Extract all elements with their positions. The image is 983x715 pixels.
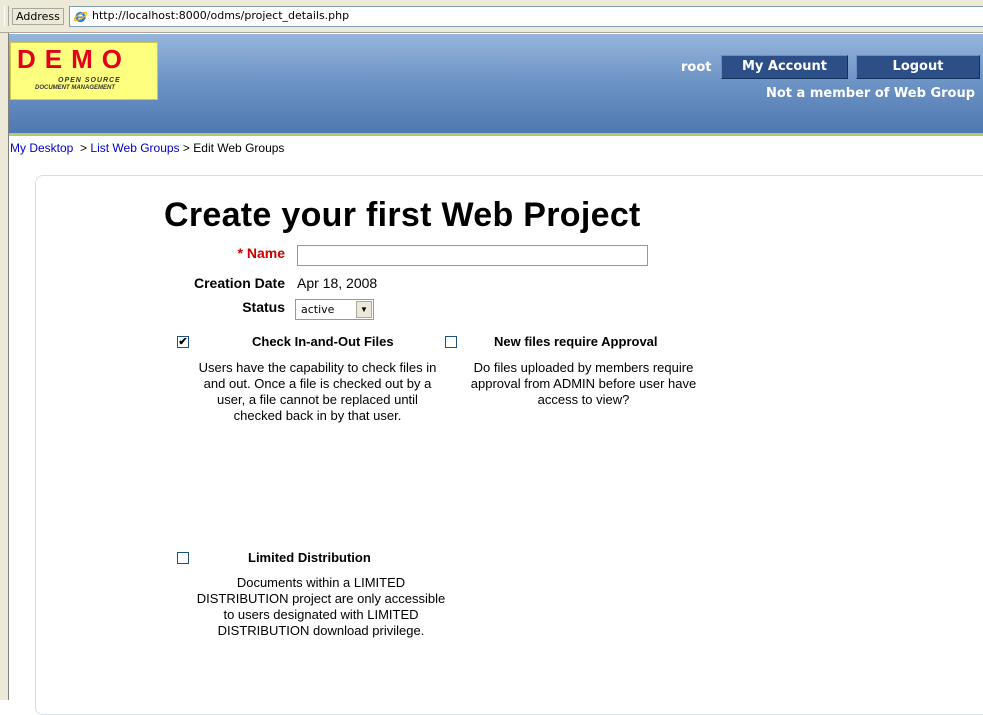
- breadcrumb-current: Edit Web Groups: [193, 141, 285, 155]
- breadcrumb-separator: >: [182, 141, 190, 155]
- breadcrumb-list-web-groups[interactable]: List Web Groups: [90, 141, 179, 155]
- limited-distribution-description: Documents within a LIMITED DISTRIBUTION …: [196, 575, 446, 638]
- check-mark-icon: ✔: [178, 336, 188, 348]
- dropdown-arrow-icon[interactable]: ▼: [356, 301, 372, 318]
- breadcrumb: My Desktop > List Web Groups > Edit Web …: [10, 141, 284, 155]
- window-left-border: [0, 33, 9, 700]
- checkin-description: Users have the capability to check files…: [198, 360, 437, 423]
- current-user: root: [681, 60, 712, 75]
- status-label: Status: [242, 299, 285, 315]
- internet-explorer-icon: [73, 11, 88, 23]
- address-url: http://localhost:8000/odms/project_detai…: [92, 9, 350, 22]
- logo-title: DEMO: [17, 44, 131, 74]
- checkin-checkbox[interactable]: ✔: [177, 336, 189, 348]
- approval-description: Do files uploaded by members require app…: [470, 360, 697, 407]
- my-account-button[interactable]: My Account: [721, 55, 848, 79]
- toolbar-grip[interactable]: [4, 6, 9, 26]
- address-field[interactable]: http://localhost:8000/odms/project_detai…: [69, 6, 983, 27]
- approval-title: New files require Approval: [494, 334, 658, 349]
- limited-distribution-checkbox[interactable]: [177, 552, 189, 564]
- limited-distribution-title: Limited Distribution: [248, 550, 371, 565]
- logo-subtitle-open-source: OPEN SOURCE: [58, 77, 121, 84]
- browser-address-bar: Address http://localhost:8000/odms/proje…: [0, 0, 983, 33]
- breadcrumb-separator: >: [80, 141, 88, 155]
- creation-date-label: Creation Date: [193, 275, 285, 291]
- creation-date-value: Apr 18, 2008: [297, 275, 378, 291]
- header-accent-line: [9, 133, 983, 136]
- status-selected-value: active: [301, 303, 335, 316]
- membership-note: Not a member of Web Group: [766, 86, 976, 101]
- project-name-input[interactable]: [297, 245, 648, 266]
- logout-button[interactable]: Logout: [856, 55, 980, 79]
- page-title: Create your first Web Project: [164, 196, 641, 234]
- demo-logo[interactable]: DEMO OPEN SOURCE DOCUMENT MANAGEMENT: [10, 42, 158, 100]
- breadcrumb-my-desktop[interactable]: My Desktop: [10, 141, 73, 155]
- name-label: * Name: [237, 245, 285, 261]
- approval-checkbox[interactable]: [445, 336, 457, 348]
- logo-subtitle-document-management: DOCUMENT MANAGEMENT: [35, 85, 115, 91]
- checkin-title: Check In-and-Out Files: [252, 334, 394, 349]
- address-label: Address: [12, 8, 64, 25]
- status-select[interactable]: active ▼: [295, 299, 374, 320]
